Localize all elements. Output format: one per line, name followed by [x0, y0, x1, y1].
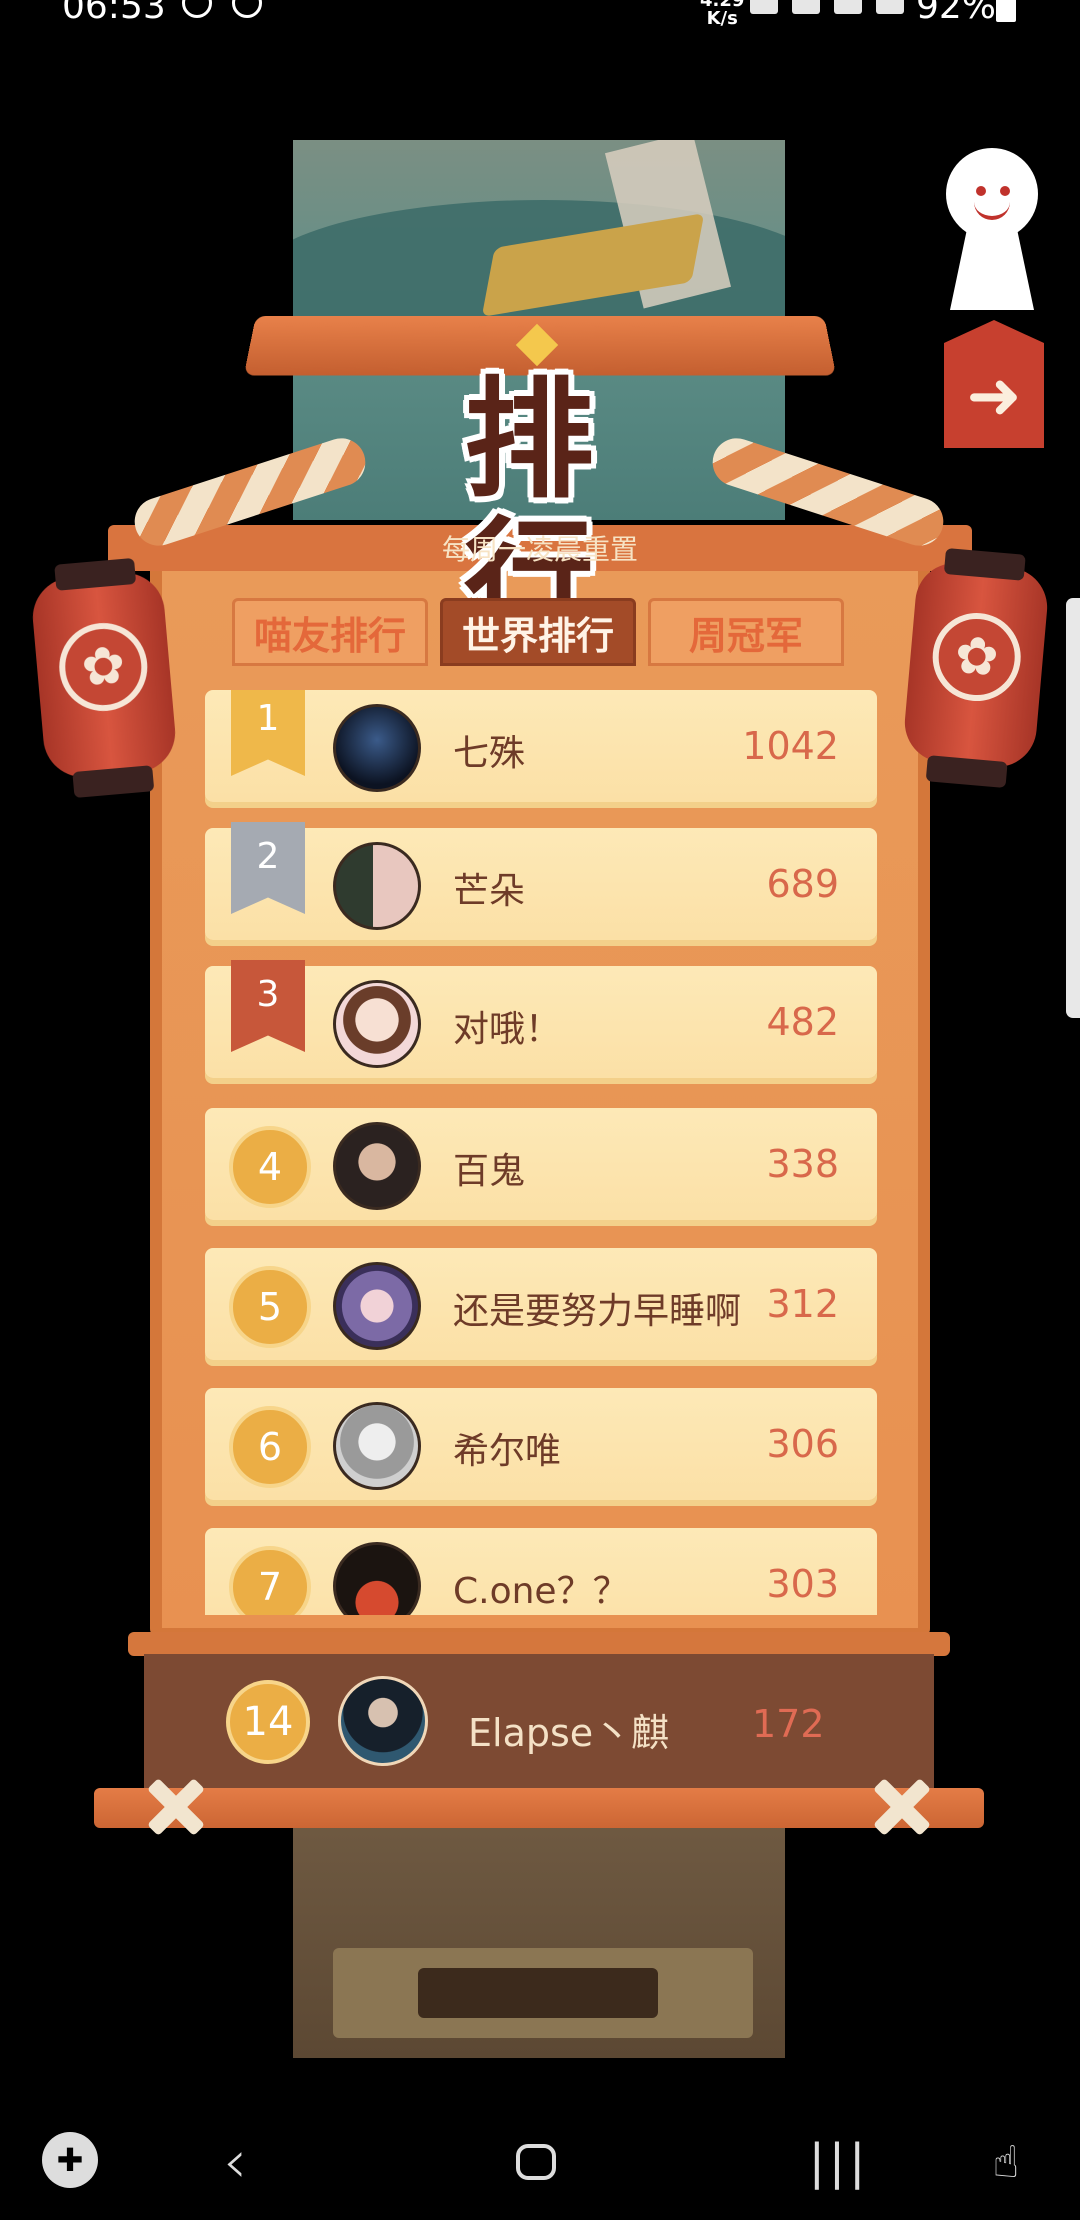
player-name: 希尔唯: [453, 1431, 562, 1472]
home-icon: [516, 2144, 556, 2180]
status-icons: [750, 0, 904, 14]
lantern-right: ✿: [901, 547, 1051, 789]
account-icon: [232, 0, 262, 18]
player-name: C.one？？: [453, 1571, 629, 1612]
nav-back-button[interactable]: ‹: [205, 2127, 265, 2197]
arrow-left-icon: ➜: [966, 356, 1022, 434]
cross-ornament-left: [148, 1780, 202, 1834]
player-name: 芒朵: [453, 871, 526, 912]
alarm-icon: [182, 0, 212, 18]
rank-badge: 4: [229, 1126, 311, 1208]
edge-panel-handle[interactable]: [1066, 598, 1080, 1018]
player-score: 312: [766, 1282, 839, 1326]
self-rank-rail-bottom: [94, 1788, 984, 1828]
status-time: 06:53: [62, 0, 166, 27]
gamepad-icon[interactable]: ✚: [42, 2132, 98, 2188]
rank-badge: 7: [229, 1546, 311, 1615]
tab-world-ranking[interactable]: 世界排行: [440, 598, 636, 666]
player-score: 306: [766, 1422, 839, 1466]
mascot-body: [950, 230, 1034, 310]
self-player-name: Elapse丶麒: [468, 1711, 670, 1755]
back-button[interactable]: ➜: [944, 320, 1044, 448]
ranking-row[interactable]: 2 芒朵 689: [205, 822, 877, 940]
self-avatar: [338, 1676, 428, 1766]
ranking-row[interactable]: 1 七殊 1042: [205, 690, 877, 802]
low-table: [418, 1968, 658, 2018]
signal-icon: [876, 0, 904, 14]
player-name: 对哦！: [453, 1009, 562, 1050]
avatar: [333, 1262, 421, 1350]
player-score: 303: [766, 1562, 839, 1606]
player-name: 百鬼: [453, 1151, 526, 1192]
player-score: 482: [766, 1000, 839, 1044]
player-score: 1042: [742, 724, 839, 768]
ranking-tabs: 喵友排行 世界排行 周冠军: [232, 598, 844, 666]
rank-badge-bronze: 3: [231, 960, 305, 1052]
avatar: [333, 1122, 421, 1210]
player-name: 还是要努力早睡啊: [453, 1291, 742, 1332]
mascot-eye: [1000, 186, 1010, 196]
data-4g-icon: [834, 0, 862, 14]
touch-lock-button[interactable]: ☝: [976, 2132, 1036, 2192]
tab-friends-ranking[interactable]: 喵友排行: [232, 598, 428, 666]
status-bar: 06:53 4.29 K/s 92%: [0, 0, 1080, 48]
player-score: 338: [766, 1142, 839, 1186]
avatar: [333, 1542, 421, 1615]
ranking-row[interactable]: 5 还是要努力早睡啊 312: [205, 1248, 877, 1360]
touch-lock-icon: ☝: [992, 2136, 1020, 2188]
nav-recents-button[interactable]: |||: [809, 2132, 869, 2192]
battery-percent: 92%: [916, 0, 997, 27]
lantern-cap: [54, 557, 137, 591]
lantern-cap: [925, 755, 1008, 789]
sakura-icon: ✿: [929, 609, 1025, 705]
mute-icon: [750, 0, 778, 14]
rank-badge: 5: [229, 1266, 311, 1348]
system-navigation-bar: ✚ ‹ ||| ☝: [0, 2096, 1080, 2220]
avatar: [333, 842, 421, 930]
self-rank-badge: 14: [226, 1680, 310, 1764]
rank-badge-gold: 1: [231, 690, 305, 776]
rank-badge-silver: 2: [231, 822, 305, 914]
network-speed: 4.29 K/s: [700, 0, 744, 28]
game-screen: 06:53 4.29 K/s 92% 排 行 每周一凌晨重置 ✿ ✿ ➜ 喵友排…: [0, 0, 1080, 2220]
lantern-left: ✿: [29, 557, 179, 799]
mascot-eye: [976, 186, 986, 196]
ranking-row[interactable]: 6 希尔唯 306: [205, 1388, 877, 1500]
mascot-mouth: [974, 202, 1010, 220]
sakura-icon: ✿: [55, 619, 151, 715]
avatar: [333, 1402, 421, 1490]
self-player-score: 172: [752, 1702, 825, 1746]
battery-icon: [996, 0, 1016, 22]
recents-icon: |||: [808, 2134, 870, 2190]
network-speed-unit: K/s: [706, 8, 738, 29]
lantern-cap: [943, 547, 1026, 581]
nav-home-button[interactable]: [506, 2132, 566, 2192]
teru-teru-bozu-mascot: [946, 148, 1038, 240]
chevron-left-icon: ‹: [223, 2127, 247, 2197]
cross-ornament-right: [874, 1780, 928, 1834]
hd-icon: [792, 0, 820, 14]
player-name: 七殊: [453, 733, 526, 774]
lantern-cap: [72, 765, 155, 799]
ranking-row[interactable]: 7 C.one？？ 303: [205, 1528, 877, 1615]
player-score: 689: [766, 862, 839, 906]
ranking-list[interactable]: 1 七殊 1042 2 芒朵 689 3 对哦！ 482 4 百鬼 338 5 …: [200, 690, 882, 1615]
background-room-bottom: [293, 1818, 785, 2058]
tab-weekly-champion[interactable]: 周冠军: [648, 598, 844, 666]
ranking-row[interactable]: 3 对哦！ 482: [205, 960, 877, 1078]
ranking-row[interactable]: 4 百鬼 338: [205, 1108, 877, 1220]
self-rank-rail-top: [128, 1632, 950, 1656]
rank-badge: 6: [229, 1406, 311, 1488]
reset-notice: 每周一凌晨重置: [441, 533, 638, 566]
avatar: [333, 980, 421, 1068]
avatar: [333, 704, 421, 792]
